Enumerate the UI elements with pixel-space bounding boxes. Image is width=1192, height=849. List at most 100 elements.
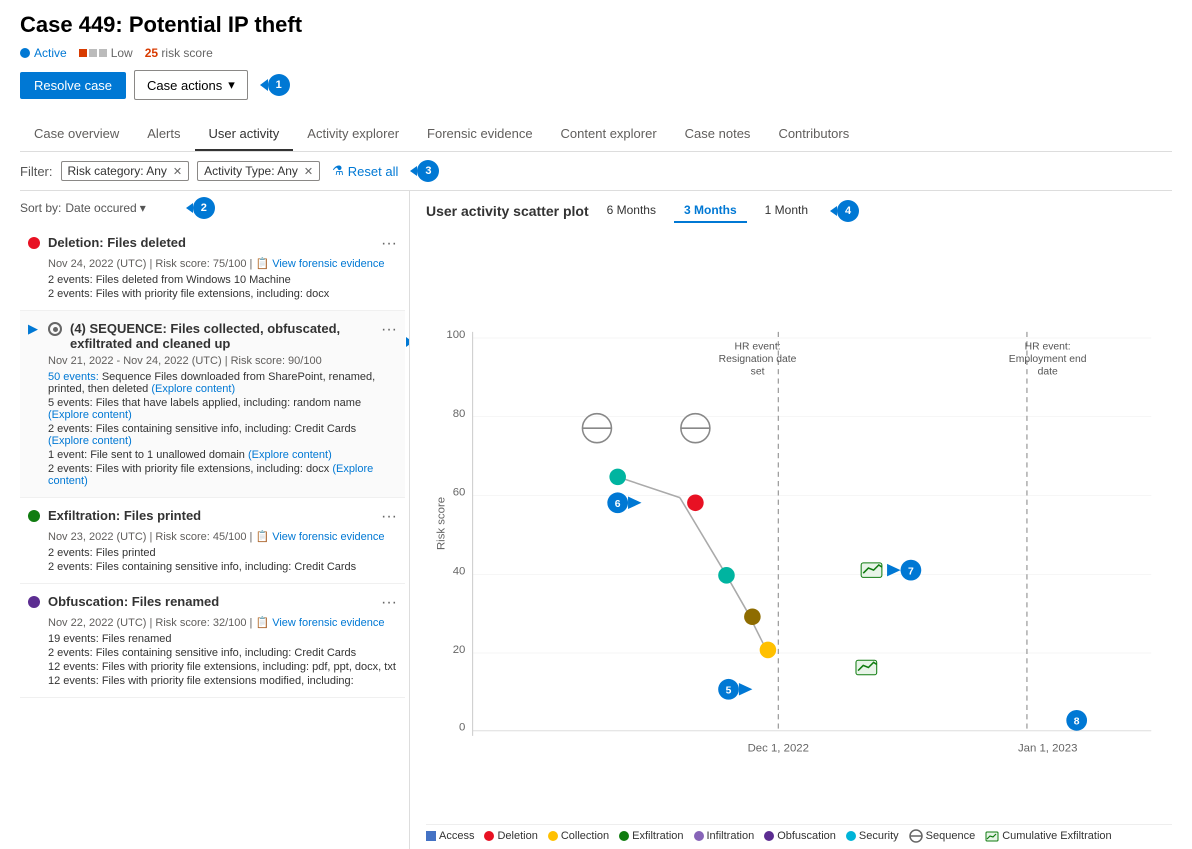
legend-sequence: Sequence xyxy=(909,829,976,843)
svg-text:20: 20 xyxy=(453,644,466,656)
risk-category-clear[interactable]: ✕ xyxy=(173,165,182,178)
svg-text:Dec 1, 2022: Dec 1, 2022 xyxy=(748,742,809,754)
legend-cumulative: Cumulative Exfiltration xyxy=(985,829,1111,843)
expand-arrow[interactable]: ▶ xyxy=(28,321,38,337)
tab-activity-explorer[interactable]: Activity explorer xyxy=(293,118,413,151)
explore-link-2[interactable]: (Explore content) xyxy=(48,409,132,421)
forensic-link-obfuscation[interactable]: 📋 View forensic evidence xyxy=(255,617,384,629)
svg-text:6: 6 xyxy=(615,499,621,510)
reset-all-button[interactable]: ⚗ Reset all xyxy=(332,163,398,179)
explore-link-5[interactable]: (Explore content) xyxy=(48,463,373,487)
tab-user-activity[interactable]: User activity xyxy=(195,118,294,151)
resolve-case-button[interactable]: Resolve case xyxy=(20,72,126,99)
event-dot-exfiltration xyxy=(28,510,40,522)
svg-text:Employment end: Employment end xyxy=(1009,354,1087,365)
seq-icon xyxy=(48,322,62,336)
svg-text:40: 40 xyxy=(453,565,466,577)
risk-score: 25 risk score xyxy=(145,46,213,60)
right-panel: User activity scatter plot 6 Months 3 Mo… xyxy=(410,191,1172,849)
event-more-deletion[interactable]: ··· xyxy=(381,235,397,253)
svg-text:set: set xyxy=(751,366,765,377)
event-title-sequence: (4) SEQUENCE: Files collected, obfuscate… xyxy=(70,321,373,351)
svg-text:100: 100 xyxy=(446,329,465,341)
event-dot-obfuscation xyxy=(28,596,40,608)
svg-text:80: 80 xyxy=(453,408,466,420)
event-title-deletion: Deletion: Files deleted xyxy=(48,235,373,250)
event-more-obfuscation[interactable]: ··· xyxy=(381,594,397,612)
tab-case-notes[interactable]: Case notes xyxy=(671,118,765,151)
event-more-sequence[interactable]: ··· xyxy=(381,321,397,339)
tab-forensic-evidence[interactable]: Forensic evidence xyxy=(413,118,547,151)
scatter-header: User activity scatter plot 6 Months 3 Mo… xyxy=(426,191,1172,227)
event-meta-exfiltration: Nov 23, 2022 (UTC) | Risk score: 45/100 … xyxy=(48,530,397,543)
svg-text:HR event:: HR event: xyxy=(735,341,781,352)
event-meta-deletion: Nov 24, 2022 (UTC) | Risk score: 75/100 … xyxy=(48,257,397,270)
svg-text:Resignation date: Resignation date xyxy=(719,354,797,365)
tab-case-overview[interactable]: Case overview xyxy=(20,118,133,151)
event-deletion: Deletion: Files deleted ··· Nov 24, 2022… xyxy=(20,225,405,311)
sort-bar: Sort by: Date occured ▾ 2 xyxy=(20,191,409,225)
exfil-detail-1: 2 events: Files printed xyxy=(48,547,397,559)
svg-text:Risk score: Risk score xyxy=(436,497,448,550)
activity-type-clear[interactable]: ✕ xyxy=(304,165,313,178)
obfus-detail-1: 19 events: Files renamed xyxy=(48,633,397,645)
time-btn-3months[interactable]: 3 Months xyxy=(674,199,747,223)
event-title-obfuscation: Obfuscation: Files renamed xyxy=(48,594,373,609)
legend-security: Security xyxy=(846,830,899,842)
seq-detail-5: 2 events: Files with priority file exten… xyxy=(48,463,397,487)
seq-detail-3: 2 events: Files containing sensitive inf… xyxy=(48,423,397,447)
callout-3: 3 xyxy=(410,160,439,182)
callout-5: 5 xyxy=(406,331,409,353)
severity-badge: Low xyxy=(79,46,133,60)
explore-link-1[interactable]: (Explore content) xyxy=(151,383,235,395)
legend-infiltration: Infiltration xyxy=(694,830,755,842)
event-exfiltration: Exfiltration: Files printed ··· Nov 23, … xyxy=(20,498,405,584)
seq-detail-1: 50 events: Sequence Files downloaded fro… xyxy=(48,371,397,395)
explore-link-3[interactable]: (Explore content) xyxy=(48,435,132,447)
legend-deletion: Deletion xyxy=(484,830,537,842)
tab-contributors[interactable]: Contributors xyxy=(764,118,863,151)
time-btn-1month[interactable]: 1 Month xyxy=(755,199,818,223)
forensic-link-deletion[interactable]: 📋 View forensic evidence xyxy=(255,258,384,270)
filter-bar: Filter: Risk category: Any ✕ Activity Ty… xyxy=(20,152,1172,191)
svg-text:date: date xyxy=(1038,366,1058,377)
status-badge: Active xyxy=(20,46,67,60)
legend-access: Access xyxy=(426,830,474,842)
event-more-exfiltration[interactable]: ··· xyxy=(381,508,397,526)
seq-detail-2: 5 events: Files that have labels applied… xyxy=(48,397,397,421)
chart-area: Risk score 0 20 40 60 80 100 xyxy=(426,227,1172,820)
callout-1: 1 xyxy=(256,74,290,96)
obfus-detail-2: 2 events: Files containing sensitive inf… xyxy=(48,647,397,659)
event-obfuscation: Obfuscation: Files renamed ··· Nov 22, 2… xyxy=(20,584,405,698)
time-btn-6months[interactable]: 6 Months xyxy=(597,199,666,223)
tab-content-explorer[interactable]: Content explorer xyxy=(547,118,671,151)
svg-text:Jan 1, 2023: Jan 1, 2023 xyxy=(1018,742,1077,754)
explore-link-4[interactable]: (Explore content) xyxy=(248,449,332,461)
svg-text:0: 0 xyxy=(459,722,465,734)
exfil-detail-2: 2 events: Files containing sensitive inf… xyxy=(48,561,397,573)
legend-exfiltration: Exfiltration xyxy=(619,830,683,842)
event-meta-sequence: Nov 21, 2022 - Nov 24, 2022 (UTC) | Risk… xyxy=(48,355,397,367)
event-detail-1: 2 events: Files deleted from Windows 10 … xyxy=(48,274,397,286)
svg-text:7: 7 xyxy=(908,566,914,577)
svg-text:HR event:: HR event: xyxy=(1025,341,1071,352)
case-actions-button[interactable]: Case actions ▾ xyxy=(134,70,248,100)
event-title-exfiltration: Exfiltration: Files printed xyxy=(48,508,373,523)
activity-type-filter[interactable]: Activity Type: Any ✕ xyxy=(197,161,320,181)
sort-dropdown[interactable]: Date occured ▾ xyxy=(65,201,145,215)
forensic-link-exfiltration[interactable]: 📋 View forensic evidence xyxy=(255,531,384,543)
event-sequence: ▶ (4) SEQUENCE: Files collected, obfusca… xyxy=(20,311,405,498)
legend-collection: Collection xyxy=(548,830,609,842)
filter-label: Filter: xyxy=(20,164,53,179)
event-detail-2: 2 events: Files with priority file exten… xyxy=(48,288,397,300)
risk-category-filter[interactable]: Risk category: Any ✕ xyxy=(61,161,190,181)
event-meta-obfuscation: Nov 22, 2022 (UTC) | Risk score: 32/100 … xyxy=(48,616,397,629)
case-title: Case 449: Potential IP theft xyxy=(20,12,1172,38)
seq-detail-4: 1 event: File sent to 1 unallowed domain… xyxy=(48,449,397,461)
svg-text:5: 5 xyxy=(726,685,732,696)
obfus-detail-3: 12 events: Files with priority file exte… xyxy=(48,661,397,673)
callout-2: 2 xyxy=(186,197,215,219)
obfus-detail-4: 12 events: Files with priority file exte… xyxy=(48,675,397,687)
scatter-svg: Risk score 0 20 40 60 80 100 xyxy=(426,227,1172,820)
tab-alerts[interactable]: Alerts xyxy=(133,118,194,151)
